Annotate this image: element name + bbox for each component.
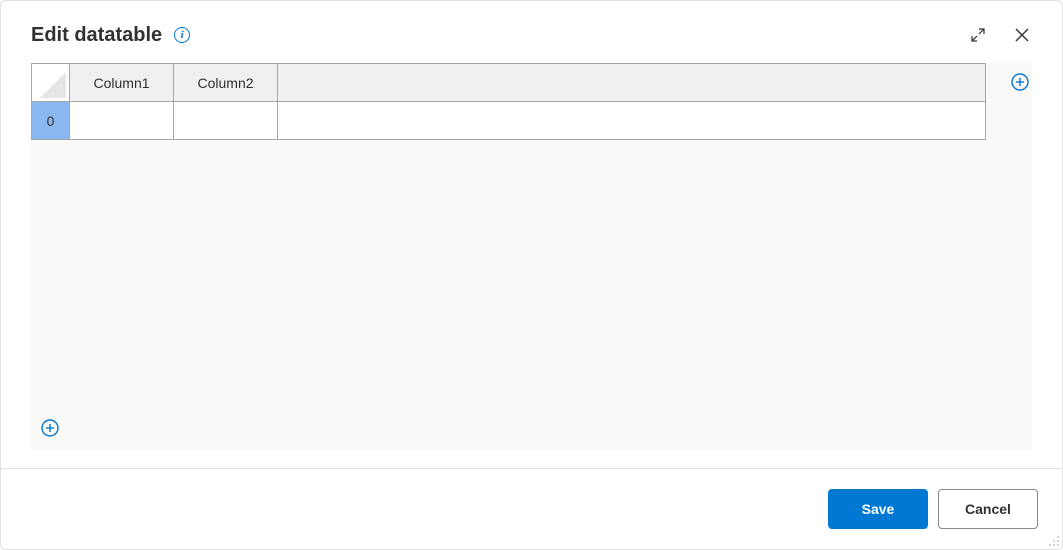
cancel-button[interactable]: Cancel [938,489,1038,529]
data-cell[interactable] [174,102,278,140]
column-header[interactable]: Column2 [174,64,278,102]
edit-datatable-dialog: Edit datatable i [0,0,1063,550]
table-wrapper: Column1 Column2 0 [31,63,1032,450]
column-header[interactable]: Column1 [70,64,174,102]
dialog-footer: Save Cancel [1,468,1062,549]
add-column-button[interactable] [1008,63,1032,450]
content-area: Column1 Column2 0 [1,63,1062,468]
resize-grip[interactable] [1046,533,1060,547]
column-header[interactable] [278,64,986,102]
expand-icon[interactable] [962,19,994,51]
table-row: 0 [32,102,986,140]
data-cell[interactable] [278,102,986,140]
select-all-corner[interactable] [32,64,70,102]
dialog-title: Edit datatable [31,24,162,47]
save-button[interactable]: Save [828,489,928,529]
row-index[interactable]: 0 [32,102,70,140]
datatable[interactable]: Column1 Column2 0 [31,63,986,140]
data-cell[interactable] [70,102,174,140]
add-row-button[interactable] [41,419,59,440]
close-icon[interactable] [1006,19,1038,51]
dialog-header: Edit datatable i [1,1,1062,63]
plus-circle-icon [41,419,59,437]
plus-circle-icon [1011,73,1029,91]
info-icon[interactable]: i [174,27,190,43]
